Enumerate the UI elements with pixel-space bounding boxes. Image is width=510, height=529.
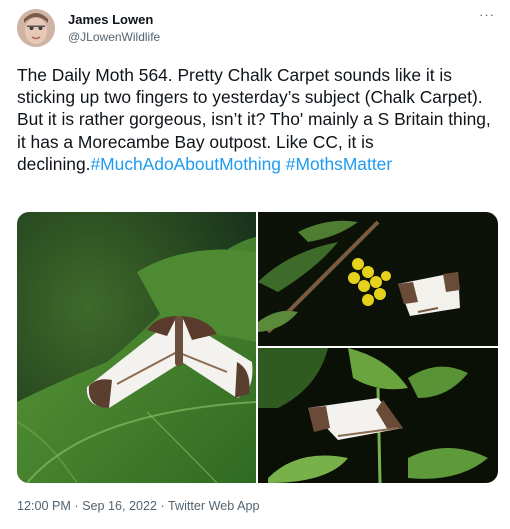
photo-moth-on-leaf[interactable] [17, 212, 256, 483]
tweet-text: The Daily Moth 564. Pretty Chalk Carpet … [17, 64, 497, 175]
media-grid [17, 212, 498, 483]
display-name[interactable]: James Lowen [68, 12, 160, 28]
tweet-source[interactable]: Twitter Web App [168, 499, 259, 513]
hashtag-link[interactable]: #MothsMatter [286, 154, 392, 174]
moth-on-leaf-image [17, 212, 256, 483]
photo-moth-on-plant[interactable] [258, 348, 498, 483]
moth-with-flowers-image [258, 212, 498, 346]
moth-on-plant-image [258, 348, 498, 483]
tweet-time[interactable]: 12:00 PM [17, 499, 71, 513]
user-info: James Lowen @JLowenWildlife [68, 12, 160, 46]
user-handle[interactable]: @JLowenWildlife [68, 28, 160, 46]
photo-moth-with-flowers[interactable] [258, 212, 498, 346]
profile-photo-icon [17, 9, 55, 47]
meta-separator: · [160, 499, 165, 513]
meta-separator: · [74, 499, 79, 513]
tweet-date[interactable]: Sep 16, 2022 [82, 499, 157, 513]
tweet-meta: 12:00 PM · Sep 16, 2022 · Twitter Web Ap… [17, 498, 260, 514]
hashtag-link[interactable]: #MuchAdoAboutMothing [90, 154, 280, 174]
tweet-header: James Lowen @JLowenWildlife ··· [17, 8, 498, 49]
more-options-button[interactable]: ··· [476, 8, 498, 27]
avatar[interactable] [17, 9, 55, 47]
